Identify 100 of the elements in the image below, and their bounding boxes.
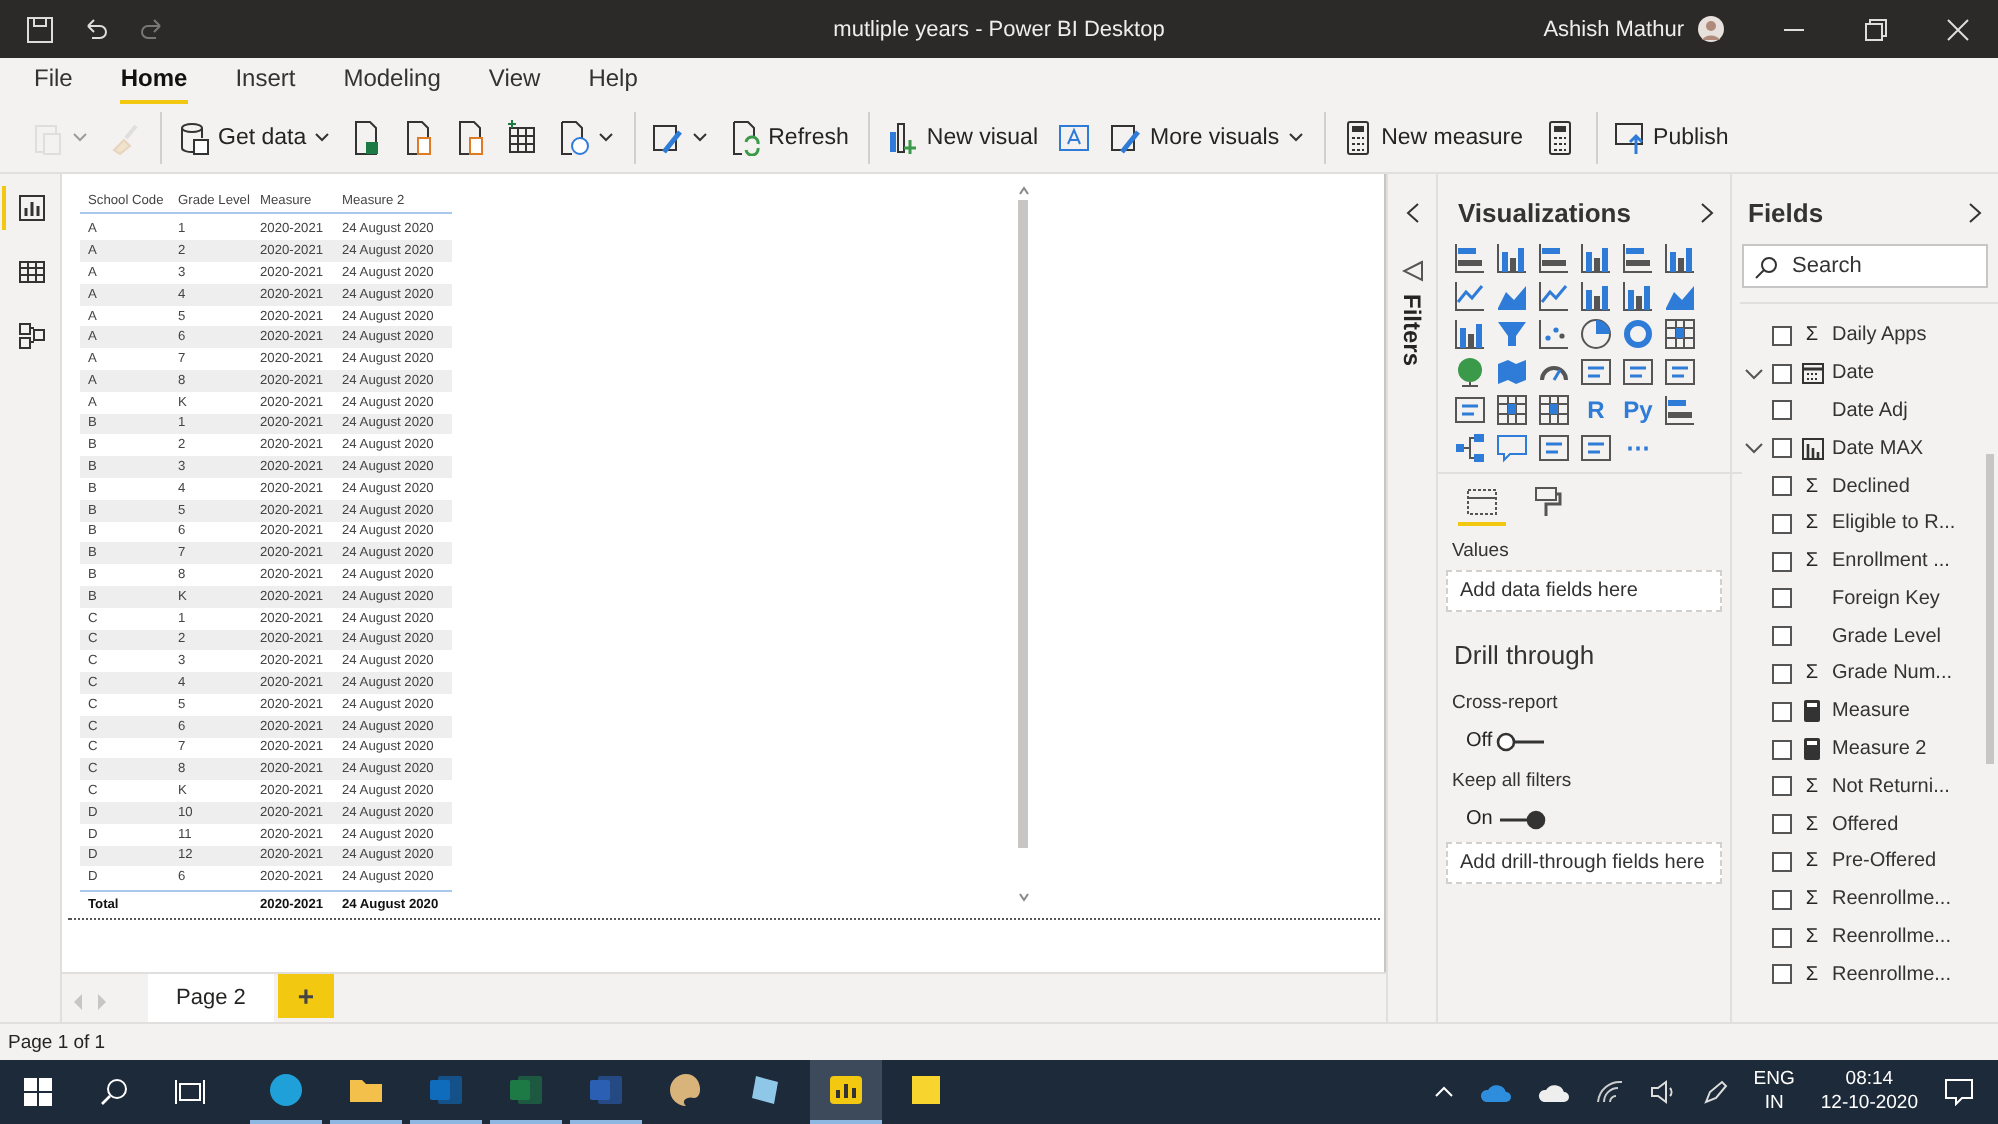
field-item[interactable]: Reenrollme... (1832, 963, 1951, 986)
card-icon[interactable] (1580, 432, 1612, 465)
checkbox[interactable] (1772, 588, 1792, 609)
search-field[interactable]: Search (1742, 244, 1988, 289)
ribbon-button[interactable]: New visual (878, 113, 1047, 162)
pen-icon[interactable] (1703, 1080, 1728, 1104)
volume-icon[interactable] (1649, 1080, 1678, 1104)
funnel-icon[interactable] (1496, 318, 1528, 351)
expand-icon[interactable] (1700, 201, 1714, 224)
page-tab[interactable]: Page 2 (148, 974, 274, 1027)
column-chart-icon[interactable] (1664, 242, 1696, 275)
checkbox[interactable] (1772, 551, 1792, 572)
cloud-icon[interactable] (1537, 1082, 1570, 1102)
field-item[interactable]: Foreign Key (1832, 587, 1940, 610)
expand-icon[interactable] (1968, 201, 1982, 224)
table-icon[interactable] (1496, 394, 1528, 427)
region-indicator[interactable]: IN (1764, 1092, 1784, 1116)
card-icon[interactable] (1664, 356, 1696, 389)
clock-time[interactable]: 08:14 (1845, 1068, 1894, 1092)
collapse-icon[interactable] (1405, 202, 1419, 225)
search-icon[interactable] (98, 1076, 130, 1108)
ribbon-button[interactable]: New measure (1333, 113, 1532, 162)
close-icon[interactable] (1946, 17, 1970, 42)
checkbox[interactable] (1772, 889, 1792, 910)
toggle-switch[interactable]: On (1466, 808, 1558, 831)
field-item[interactable]: Enrollment ... (1832, 550, 1950, 573)
checkbox[interactable] (1772, 776, 1792, 797)
field-item[interactable]: Date Adj (1832, 399, 1908, 422)
checkbox[interactable] (1772, 513, 1792, 534)
field-item[interactable]: Offered (1832, 813, 1899, 836)
drop-zone[interactable]: Add drill-through fields here (1446, 842, 1722, 885)
menu-tab[interactable]: File (34, 57, 73, 104)
ribbon-button[interactable]: Refresh (720, 113, 857, 162)
visual-type-button[interactable]: Py (1622, 394, 1654, 427)
field-item[interactable]: Measure 2 (1832, 738, 1927, 761)
drop-zone[interactable]: Add data fields here (1446, 570, 1722, 613)
line-chart-icon[interactable] (1454, 280, 1486, 313)
table-icon[interactable] (1664, 318, 1696, 351)
undo-icon[interactable] (82, 15, 110, 44)
checkbox[interactable] (1772, 964, 1792, 985)
chevron-icon[interactable] (1744, 367, 1764, 380)
avatar-icon[interactable] (1698, 16, 1724, 43)
table-icon[interactable] (1538, 394, 1570, 427)
scrollbar[interactable] (1016, 186, 1030, 903)
menu-tab[interactable]: Help (588, 57, 638, 104)
start-icon[interactable] (22, 1076, 54, 1108)
donut-chart-icon[interactable] (1622, 318, 1654, 351)
field-item[interactable]: Eligible to R... (1832, 512, 1956, 535)
language-indicator[interactable]: ENG (1753, 1068, 1795, 1092)
column-chart-icon[interactable] (1454, 318, 1486, 351)
checkbox[interactable] (1772, 325, 1792, 346)
card-icon[interactable] (1622, 356, 1654, 389)
checkbox[interactable] (1772, 739, 1792, 760)
menu-tab[interactable]: Home (120, 57, 188, 104)
checkbox[interactable] (1772, 814, 1792, 835)
checkbox[interactable] (1772, 851, 1792, 872)
checkbox[interactable] (1772, 701, 1792, 722)
checkbox[interactable] (1772, 438, 1792, 459)
field-item[interactable]: Date MAX (1832, 437, 1924, 460)
menu-tab[interactable]: Modeling (343, 57, 441, 104)
checkbox[interactable] (1772, 626, 1792, 647)
taskbar-app[interactable] (810, 1060, 882, 1124)
card-icon[interactable] (1454, 394, 1486, 427)
card-icon[interactable] (1580, 356, 1612, 389)
column-chart-icon[interactable] (1496, 242, 1528, 275)
chevron-up-icon[interactable] (1433, 1086, 1454, 1098)
column-chart-icon[interactable] (1580, 242, 1612, 275)
checkbox[interactable] (1772, 400, 1792, 421)
field-item[interactable]: Declined (1832, 475, 1910, 497)
ribbon-button[interactable]: Get data (170, 113, 339, 162)
checkbox[interactable] (1772, 927, 1792, 948)
card-icon[interactable] (1538, 432, 1570, 465)
field-item[interactable]: Daily Apps (1832, 324, 1927, 347)
chevron-icon[interactable] (1744, 442, 1764, 455)
scatter-chart-icon[interactable] (1538, 318, 1570, 351)
checkbox[interactable] (1772, 476, 1792, 496)
filters-label[interactable]: Filters (1398, 294, 1426, 367)
pie-chart-icon[interactable] (1580, 318, 1612, 351)
field-item[interactable]: Reenrollme... (1832, 926, 1951, 949)
bar-chart-icon[interactable] (1538, 242, 1570, 275)
column-chart-icon[interactable] (1580, 280, 1612, 313)
save-icon[interactable] (26, 15, 54, 44)
task-view-icon[interactable] (174, 1076, 206, 1108)
checkbox[interactable] (1772, 363, 1792, 384)
line-chart-icon[interactable] (1538, 280, 1570, 313)
ribbon-button[interactable]: Publish (1605, 113, 1737, 162)
checkbox[interactable] (1772, 663, 1792, 684)
tree-icon[interactable] (1454, 432, 1486, 465)
clock-date[interactable]: 12-10-2020 (1820, 1092, 1918, 1116)
field-item[interactable]: Grade Num... (1832, 662, 1953, 685)
globe-icon[interactable] (1454, 356, 1486, 389)
menu-tab[interactable]: Insert (235, 57, 296, 104)
field-item[interactable]: Reenrollme... (1832, 888, 1951, 911)
scroll-down-icon[interactable] (1017, 892, 1029, 903)
bar-chart-icon[interactable] (1664, 394, 1696, 427)
bar-chart-icon[interactable] (1454, 242, 1486, 275)
column-chart-icon[interactable] (1622, 280, 1654, 313)
field-item[interactable]: Not Returni... (1832, 775, 1950, 798)
visual-type-button[interactable]: ⋯ (1622, 432, 1654, 465)
scroll-up-icon[interactable] (1017, 186, 1029, 197)
